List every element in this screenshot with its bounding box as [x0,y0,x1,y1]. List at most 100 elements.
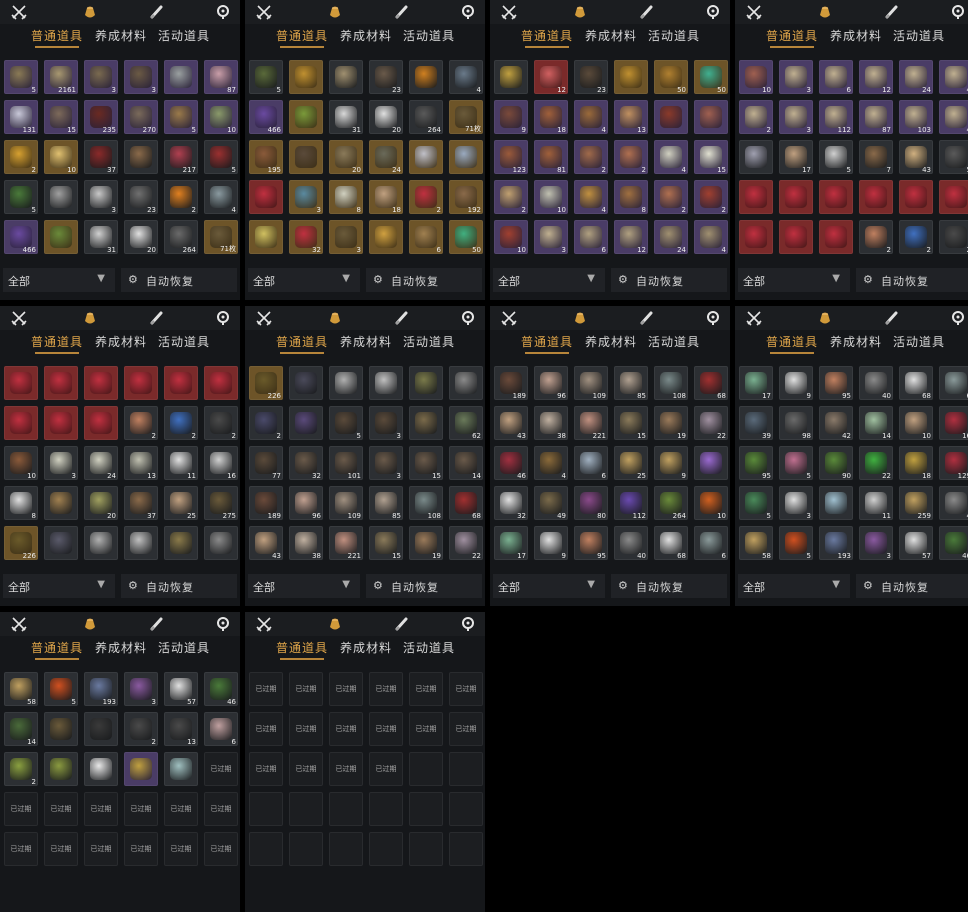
tab-growth-materials[interactable]: 养成材料 [340,333,392,350]
tab-event-items[interactable]: 活动道具 [158,27,210,44]
item-slot[interactable]: 已过期 [44,832,78,866]
compass-icon[interactable] [459,615,477,633]
item-slot[interactable]: 4 [574,100,608,134]
item-slot[interactable]: 17 [779,140,813,174]
item-slot[interactable]: 16 [939,406,968,440]
item-slot[interactable] [409,140,443,174]
item-slot[interactable]: 466 [249,100,283,134]
item-slot[interactable]: 3 [369,406,403,440]
item-slot[interactable]: 226 [249,366,283,400]
item-slot[interactable]: 13 [124,446,158,480]
tab-common-items[interactable]: 普通道具 [766,27,818,48]
item-slot[interactable]: 已过期 [329,712,363,746]
scroll-icon[interactable] [392,3,410,21]
item-slot[interactable]: 3 [44,446,78,480]
item-slot[interactable]: 90 [819,446,853,480]
tab-event-items[interactable]: 活动道具 [893,27,945,44]
item-slot[interactable]: 32 [289,220,323,254]
scroll-icon[interactable] [147,615,165,633]
item-slot[interactable]: 已过期 [124,832,158,866]
item-slot[interactable]: 5 [4,180,38,214]
item-slot[interactable]: 8 [4,486,38,520]
item-slot[interactable]: 2 [124,712,158,746]
item-slot[interactable]: 112 [614,486,648,520]
item-slot[interactable] [44,180,78,214]
item-slot[interactable] [204,366,238,400]
item-slot[interactable]: 已过期 [369,752,403,786]
item-slot[interactable] [44,406,78,440]
item-slot[interactable] [369,366,403,400]
tab-common-items[interactable]: 普通道具 [31,333,83,354]
item-slot[interactable]: 103 [899,100,933,134]
item-slot[interactable]: 已过期 [289,712,323,746]
filter-dropdown[interactable]: 全部 ▼ [248,574,360,598]
item-slot[interactable]: 2 [4,752,38,786]
item-slot[interactable]: 5 [164,100,198,134]
item-slot[interactable]: 2 [654,180,688,214]
item-slot[interactable]: 2 [164,180,198,214]
compass-icon[interactable] [704,3,722,21]
item-slot[interactable] [819,220,853,254]
item-slot[interactable]: 已过期 [204,792,238,826]
item-slot[interactable]: 19 [409,526,443,560]
tab-growth-materials[interactable]: 养成材料 [340,639,392,656]
tab-growth-materials[interactable]: 养成材料 [585,333,637,350]
item-slot[interactable] [614,60,648,94]
item-slot[interactable]: 87 [204,60,238,94]
item-slot[interactable]: 16 [204,446,238,480]
item-slot[interactable]: 9 [779,366,813,400]
item-slot[interactable]: 4 [694,220,728,254]
compass-icon[interactable] [949,309,967,327]
item-slot[interactable]: 15 [614,406,648,440]
item-slot[interactable]: 13 [614,100,648,134]
item-slot[interactable] [84,406,118,440]
item-slot[interactable]: 10 [204,100,238,134]
item-slot[interactable]: 15 [694,140,728,174]
filter-dropdown[interactable]: 全部 ▼ [493,574,605,598]
item-slot[interactable]: 9 [654,446,688,480]
item-slot[interactable] [249,220,283,254]
item-slot[interactable]: 40 [859,366,893,400]
item-slot[interactable] [694,446,728,480]
tab-growth-materials[interactable]: 养成材料 [585,27,637,44]
item-slot[interactable]: 18 [899,446,933,480]
item-slot[interactable]: 2161 [44,60,78,94]
tab-common-items[interactable]: 普通道具 [766,333,818,354]
item-slot[interactable] [939,180,968,214]
pouch-icon[interactable] [326,3,344,21]
item-slot[interactable]: 62 [449,406,483,440]
item-slot[interactable]: 已过期 [4,792,38,826]
item-slot[interactable]: 264 [654,486,688,520]
item-slot[interactable]: 5 [4,60,38,94]
item-slot[interactable]: 39 [739,406,773,440]
item-slot[interactable]: 5 [739,486,773,520]
item-slot[interactable]: 24 [654,220,688,254]
item-slot[interactable]: 3 [779,100,813,134]
item-slot[interactable]: 已过期 [84,792,118,826]
item-slot[interactable]: 6 [204,712,238,746]
item-slot[interactable]: 2 [494,180,528,214]
filter-dropdown[interactable]: 全部 ▼ [493,268,605,292]
filter-dropdown[interactable]: 全部 ▼ [3,574,115,598]
item-slot[interactable]: 12 [534,60,568,94]
scroll-icon[interactable] [882,309,900,327]
item-slot[interactable]: 87 [859,100,893,134]
auto-restore-button[interactable]: ⚙ 自动恢复 [611,268,727,292]
item-slot[interactable]: 19 [654,406,688,440]
tab-event-items[interactable]: 活动道具 [158,333,210,350]
item-slot[interactable] [329,792,363,826]
item-slot[interactable]: 3 [369,446,403,480]
item-slot[interactable]: 14 [449,446,483,480]
item-slot[interactable]: 38 [534,406,568,440]
item-slot[interactable] [289,792,323,826]
item-slot[interactable]: 226 [4,526,38,560]
item-slot[interactable]: 3 [124,672,158,706]
item-slot[interactable]: 6 [574,446,608,480]
item-slot[interactable] [289,832,323,866]
item-slot[interactable]: 2 [899,220,933,254]
crossed-swords-icon[interactable] [500,3,518,21]
item-slot[interactable] [164,60,198,94]
item-slot[interactable]: 85 [614,366,648,400]
tab-event-items[interactable]: 活动道具 [403,639,455,656]
tab-common-items[interactable]: 普通道具 [521,333,573,354]
